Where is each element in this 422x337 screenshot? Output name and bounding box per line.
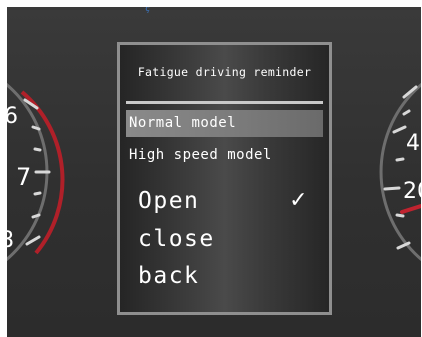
instrument-cluster: ç 6 7 8 xyxy=(0,0,422,337)
option-open-label: Open xyxy=(138,188,200,214)
option-close[interactable]: close xyxy=(138,221,317,257)
option-close-label: close xyxy=(138,226,215,252)
right-gauge-tick xyxy=(402,109,411,116)
fatigue-reminder-panel: Fatigue driving reminder Normal model Hi… xyxy=(117,42,332,315)
mode-high-speed-item[interactable]: High speed model xyxy=(126,142,323,169)
right-gauge-arc xyxy=(379,82,421,262)
right-gauge-tick xyxy=(395,157,405,162)
right-gauge-tick xyxy=(395,213,405,218)
mode-normal-item[interactable]: Normal model xyxy=(126,110,323,137)
checkmark-icon: ✓ xyxy=(289,188,309,213)
option-back-label: back xyxy=(138,263,200,289)
mode-normal-label: Normal model xyxy=(129,115,237,131)
right-gauge-label: 4 xyxy=(406,131,420,156)
right-gauge-tick xyxy=(383,186,401,191)
right-gauge-label: 20 xyxy=(403,179,421,204)
mode-high-speed-label: High speed model xyxy=(129,147,272,163)
right-gauge-needle xyxy=(400,204,421,214)
panel-title: Fatigue driving reminder xyxy=(137,65,312,79)
option-open[interactable]: Open ✓ xyxy=(138,183,317,219)
dashboard-background: ç 6 7 8 xyxy=(7,7,421,337)
option-back[interactable]: back xyxy=(138,258,317,294)
title-divider xyxy=(126,101,323,104)
right-gauge-tick xyxy=(392,125,407,134)
